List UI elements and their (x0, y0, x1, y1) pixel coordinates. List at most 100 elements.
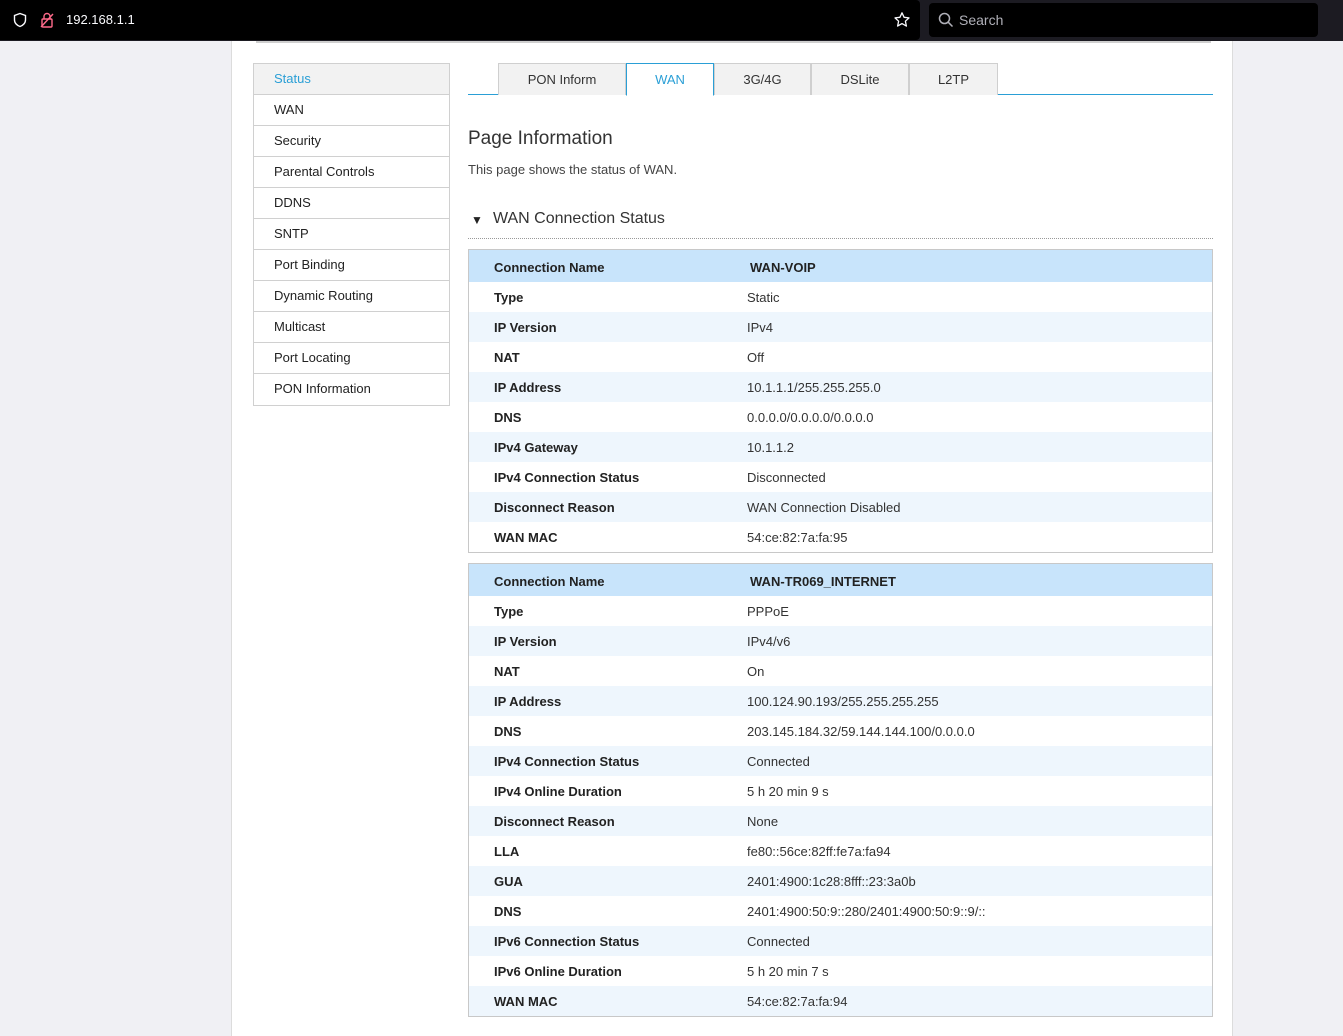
table-header-row: Connection Name WAN-VOIP (469, 250, 1212, 282)
row-value: 100.124.90.193/255.255.255.255 (747, 694, 939, 709)
row-label: IPv6 Online Duration (494, 964, 622, 979)
sidebar-menu: Status WAN Security Parental Controls DD… (253, 63, 450, 406)
table-row: LLA fe80::56ce:82ff:fe7a:fa94 (469, 836, 1212, 866)
row-value: 54:ce:82:7a:fa:94 (747, 994, 848, 1009)
sidebar-item-multicast[interactable]: Multicast (254, 312, 449, 343)
tab-dslite[interactable]: DSLite (811, 63, 909, 95)
table-row: IP Address 100.124.90.193/255.255.255.25… (469, 686, 1212, 716)
row-label: Connection Name (494, 260, 605, 275)
sidebar-item-status[interactable]: Status (254, 64, 449, 95)
row-label: IP Address (494, 380, 562, 395)
row-value: 54:ce:82:7a:fa:95 (747, 530, 848, 545)
row-value: On (747, 664, 765, 679)
row-label: WAN MAC (494, 994, 558, 1009)
tab-pon-inform[interactable]: PON Inform (498, 63, 626, 95)
table-row: IPv6 Connection Status Connected (469, 926, 1212, 956)
sidebar-item-ddns[interactable]: DDNS (254, 188, 449, 219)
table-row: WAN MAC 54:ce:82:7a:fa:95 (469, 522, 1212, 552)
section-title: WAN Connection Status (493, 210, 665, 227)
table-row: DNS 2401:4900:50:9::280/2401:4900:50:9::… (469, 896, 1212, 926)
row-value: 203.145.184.32/59.144.144.100/0.0.0.0 (747, 724, 975, 739)
row-value: 0.0.0.0/0.0.0.0/0.0.0.0 (747, 410, 874, 425)
table-header-row: Connection Name WAN-TR069_INTERNET (469, 564, 1212, 596)
table-row: IPv4 Online Duration 5 h 20 min 9 s (469, 776, 1212, 806)
row-label: Disconnect Reason (494, 814, 615, 829)
sidebar-item-parental-controls[interactable]: Parental Controls (254, 157, 449, 188)
table-row: Type PPPoE (469, 596, 1212, 626)
table-row: GUA 2401:4900:1c28:8fff::23:3a0b (469, 866, 1212, 896)
sidebar-item-dynamic-routing[interactable]: Dynamic Routing (254, 281, 449, 312)
row-label: IP Version (494, 320, 557, 335)
row-value: Connected (747, 754, 810, 769)
row-label: GUA (494, 874, 523, 889)
sidebar-item-sntp[interactable]: SNTP (254, 219, 449, 250)
row-label: Type (494, 604, 524, 619)
table-row: IPv4 Connection Status Connected (469, 746, 1212, 776)
row-value: IPv4/v6 (747, 634, 791, 649)
section-header-toggle[interactable]: ▼ WAN Connection Status (468, 207, 1213, 239)
row-value: Connected (747, 934, 810, 949)
url-text[interactable]: 192.168.1.1 (66, 12, 135, 27)
sidebar-item-wan[interactable]: WAN (254, 95, 449, 126)
row-label: Connection Name (494, 574, 605, 589)
tab-l2tp[interactable]: L2TP (909, 63, 998, 95)
sidebar-item-pon-information[interactable]: PON Information (254, 374, 449, 405)
row-value: 5 h 20 min 7 s (747, 964, 829, 979)
search-bar[interactable]: Search (929, 3, 1318, 37)
row-value: IPv4 (747, 320, 774, 335)
shield-icon[interactable] (12, 12, 28, 31)
row-value: fe80::56ce:82ff:fe7a:fa94 (747, 844, 891, 859)
row-value: 10.1.1.2 (747, 440, 794, 455)
table-row: NAT Off (469, 342, 1212, 372)
row-label: NAT (494, 664, 520, 679)
sidebar-item-security[interactable]: Security (254, 126, 449, 157)
table-row: IP Version IPv4/v6 (469, 626, 1212, 656)
table-row: Disconnect Reason WAN Connection Disable… (469, 492, 1212, 522)
row-value: 2401:4900:50:9::280/2401:4900:50:9::9/:: (747, 904, 986, 919)
sidebar-item-port-binding[interactable]: Port Binding (254, 250, 449, 281)
insecure-lock-icon[interactable] (39, 11, 55, 32)
search-input[interactable]: Search (959, 12, 1003, 28)
tab-3g-4g[interactable]: 3G/4G (714, 63, 811, 95)
row-value: None (747, 814, 779, 829)
row-label: LLA (494, 844, 520, 859)
row-value: WAN-TR069_INTERNET (750, 574, 896, 589)
row-label: DNS (494, 724, 522, 739)
row-value: 10.1.1.1/255.255.255.0 (747, 380, 881, 395)
table-row: Disconnect Reason None (469, 806, 1212, 836)
row-label: IPv4 Connection Status (494, 470, 640, 485)
connection-table-voip: Connection Name WAN-VOIP Type Static IP … (468, 249, 1213, 553)
row-value: Off (747, 350, 765, 365)
table-row: IP Address 10.1.1.1/255.255.255.0 (469, 372, 1212, 402)
table-row: NAT On (469, 656, 1212, 686)
bookmark-star-icon[interactable] (893, 11, 911, 32)
row-value: WAN Connection Disabled (747, 500, 901, 515)
row-value: 5 h 20 min 9 s (747, 784, 829, 799)
browser-toolbar: 192.168.1.1 Search (0, 0, 1343, 41)
row-value: WAN-VOIP (750, 260, 816, 275)
top-divider (256, 41, 1211, 43)
row-label: IPv4 Gateway (494, 440, 578, 455)
row-label: IP Version (494, 634, 557, 649)
row-value: Disconnected (747, 470, 826, 485)
row-label: IPv4 Online Duration (494, 784, 622, 799)
tab-wan[interactable]: WAN (626, 63, 714, 96)
row-label: Disconnect Reason (494, 500, 615, 515)
table-row: IPv4 Connection Status Disconnected (469, 462, 1212, 492)
row-value: 2401:4900:1c28:8fff::23:3a0b (747, 874, 916, 889)
row-label: NAT (494, 350, 520, 365)
row-value: PPPoE (747, 604, 789, 619)
row-label: WAN MAC (494, 530, 558, 545)
row-label: DNS (494, 904, 522, 919)
table-row: DNS 203.145.184.32/59.144.144.100/0.0.0.… (469, 716, 1212, 746)
table-row: IPv4 Gateway 10.1.1.2 (469, 432, 1212, 462)
collapse-triangle-icon[interactable]: ▼ (471, 213, 483, 227)
sidebar-item-port-locating[interactable]: Port Locating (254, 343, 449, 374)
page-description: This page shows the status of WAN. (468, 162, 678, 177)
search-icon (938, 12, 954, 31)
table-row: Type Static (469, 282, 1212, 312)
row-value: Static (747, 290, 780, 305)
url-bar[interactable]: 192.168.1.1 (0, 0, 920, 40)
table-row: DNS 0.0.0.0/0.0.0.0/0.0.0.0 (469, 402, 1212, 432)
row-label: Type (494, 290, 524, 305)
